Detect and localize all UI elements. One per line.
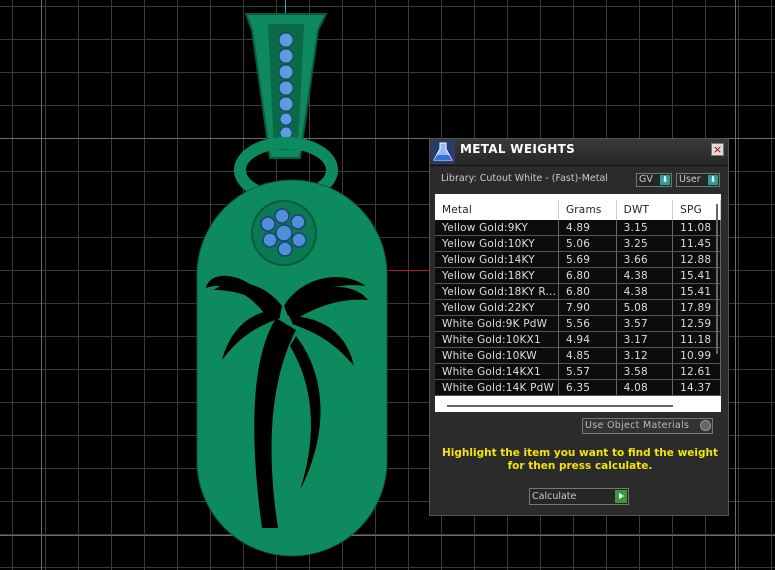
cell-grams: 5.56 [558, 315, 617, 332]
cell-spg: 15.41 [672, 267, 721, 284]
cell-metal: White Gold:14K PdW [435, 379, 559, 396]
cell-metal: White Gold:9K PdW [435, 315, 559, 332]
cell-spg: 11.18 [672, 331, 721, 348]
cell-grams: 7.90 [558, 299, 617, 316]
cell-metal: White Gold:14KX1 [435, 363, 559, 380]
table-row[interactable]: Yellow Gold:18KY 6.80 4.38 15.41 [435, 267, 721, 284]
play-icon [615, 490, 627, 503]
cell-dwt: 3.15 [616, 220, 674, 236]
user-dropdown-label: User [679, 174, 701, 185]
panel-titlebar[interactable]: METAL WEIGHTS × [430, 139, 728, 166]
table-row[interactable]: White Gold:14KX1 5.57 3.58 12.61 [435, 363, 721, 380]
table-row[interactable]: White Gold:10KX1 4.94 3.17 11.18 [435, 331, 721, 348]
cell-spg: 17.89 [672, 299, 721, 316]
cell-metal: Yellow Gold:10KY [435, 235, 559, 252]
dropdown-arrow-icon: ⬇ [708, 175, 718, 185]
app-flask-icon [431, 140, 455, 164]
cell-grams: 5.69 [558, 251, 617, 268]
cell-spg: 12.88 [672, 251, 721, 268]
library-label: Library: Cutout White - (Fast)-Metal [441, 173, 608, 184]
cell-spg: 12.61 [672, 363, 721, 380]
cell-spg: 10.99 [672, 347, 721, 364]
cell-grams: 4.85 [558, 347, 617, 364]
table-row[interactable]: White Gold:9K PdW 5.56 3.57 12.59 [435, 315, 721, 332]
table-row[interactable]: Yellow Gold:14KY 5.69 3.66 12.88 [435, 251, 721, 268]
cell-grams: 4.94 [558, 331, 617, 348]
table-row[interactable]: Yellow Gold:9KY 4.89 3.15 11.08 [435, 220, 721, 236]
cell-metal: Yellow Gold:18KY [435, 267, 559, 284]
use-object-materials-toggle[interactable]: Use Object Materials [582, 418, 713, 434]
cell-dwt: 3.57 [616, 315, 674, 332]
cell-spg: 11.08 [672, 220, 721, 236]
column-header-dwt[interactable]: DWT [616, 200, 674, 220]
cell-spg: 11.45 [672, 235, 721, 252]
cell-dwt: 3.25 [616, 235, 674, 252]
metal-table[interactable]: Metal Grams DWT SPG Yellow Gold:9KY 4.89 3… [435, 194, 721, 412]
cell-spg: 15.41 [672, 283, 721, 300]
cell-grams: 6.80 [558, 283, 617, 300]
cell-metal: White Gold:10KW [435, 347, 559, 364]
user-dropdown[interactable]: User ⬇ [676, 173, 720, 187]
table-row[interactable]: Yellow Gold:22KY 7.90 5.08 17.89 [435, 299, 721, 316]
horizontal-scrollbar[interactable] [447, 405, 673, 407]
calculate-label: Calculate [532, 491, 577, 502]
panel-title: METAL WEIGHTS [460, 142, 576, 156]
cell-metal: Yellow Gold:18KY R... [435, 283, 559, 300]
gv-dropdown[interactable]: GV ⬇ [636, 173, 672, 187]
cell-grams: 6.80 [558, 267, 617, 284]
cell-dwt: 3.17 [616, 331, 674, 348]
cell-grams: 6.35 [558, 379, 617, 396]
metal-weights-panel: METAL WEIGHTS × Library: Cutout White - … [429, 138, 729, 516]
cell-spg: 14.37 [672, 379, 721, 396]
close-icon[interactable]: × [711, 143, 724, 156]
calculate-button[interactable]: Calculate [529, 488, 629, 505]
cell-grams: 4.89 [558, 220, 617, 236]
column-header-spg[interactable]: SPG [672, 200, 721, 220]
cell-dwt: 3.66 [616, 251, 674, 268]
vertical-scrollbar[interactable] [716, 204, 718, 354]
cell-spg: 12.59 [672, 315, 721, 332]
cell-dwt: 5.08 [616, 299, 674, 316]
gv-dropdown-label: GV [639, 174, 653, 185]
column-header-grams[interactable]: Grams [558, 200, 617, 220]
dropdown-arrow-icon: ⬇ [660, 175, 670, 185]
toggle-knob-icon [700, 420, 711, 431]
hint-text: Highlight the item you want to find the … [442, 447, 718, 472]
cell-metal: Yellow Gold:14KY [435, 251, 559, 268]
cell-metal: White Gold:10KX1 [435, 331, 559, 348]
table-row[interactable]: Yellow Gold:18KY R... 6.80 4.38 15.41 [435, 283, 721, 300]
column-header-metal[interactable]: Metal [435, 200, 559, 220]
table-row[interactable]: White Gold:10KW 4.85 3.12 10.99 [435, 347, 721, 364]
cell-metal: Yellow Gold:22KY [435, 299, 559, 316]
cell-grams: 5.57 [558, 363, 617, 380]
cell-metal: Yellow Gold:9KY [435, 220, 559, 236]
table-row[interactable]: Yellow Gold:10KY 5.06 3.25 11.45 [435, 235, 721, 252]
cell-dwt: 3.58 [616, 363, 674, 380]
cell-dwt: 3.12 [616, 347, 674, 364]
table-row[interactable]: White Gold:14K PdW 6.35 4.08 14.37 [435, 379, 721, 396]
use-object-materials-label: Use Object Materials [585, 420, 690, 431]
cell-dwt: 4.38 [616, 267, 674, 284]
cell-dwt: 4.38 [616, 283, 674, 300]
cell-dwt: 4.08 [616, 379, 674, 396]
cell-grams: 5.06 [558, 235, 617, 252]
